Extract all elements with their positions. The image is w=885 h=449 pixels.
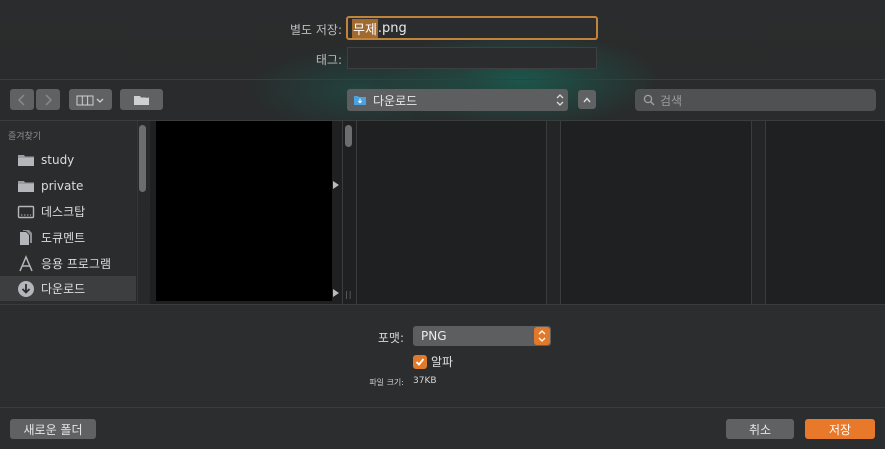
column-divider bbox=[751, 121, 752, 304]
sidebar-item-applications[interactable]: 응용 프로그램 bbox=[0, 251, 136, 276]
chevron-up-icon bbox=[583, 96, 591, 102]
new-folder-icon bbox=[133, 93, 149, 105]
search-icon bbox=[643, 94, 655, 106]
folder-icon bbox=[16, 151, 36, 169]
sidebar-item-documents[interactable]: 도큐멘트 bbox=[0, 225, 136, 250]
file-size-value: 37KB bbox=[413, 376, 437, 386]
forward-button[interactable] bbox=[36, 89, 60, 110]
column-arrow-icon bbox=[333, 181, 339, 189]
sidebar-item-private[interactable]: private bbox=[0, 173, 136, 198]
downloads-folder-icon bbox=[354, 96, 366, 105]
alpha-label: 알파 bbox=[431, 355, 454, 369]
new-folder-button[interactable]: 새로운 폴더 bbox=[10, 419, 96, 439]
view-mode-button[interactable] bbox=[69, 89, 112, 110]
desktop-icon bbox=[16, 203, 36, 221]
collapse-button[interactable] bbox=[578, 90, 596, 109]
folder-icon bbox=[16, 177, 36, 195]
format-label: 포맷: bbox=[377, 331, 404, 345]
sidebar-item-downloads[interactable]: 다운로드 bbox=[0, 276, 136, 301]
filename-selected-text: 무제 bbox=[352, 18, 378, 38]
search-input[interactable]: 검색 bbox=[635, 89, 876, 111]
chevron-left-icon bbox=[17, 93, 25, 106]
location-popup[interactable]: 다운로드 bbox=[347, 89, 568, 111]
sidebar-scrollbar-thumb[interactable] bbox=[139, 125, 146, 192]
top-divider bbox=[0, 79, 885, 80]
column-gutter bbox=[546, 121, 560, 304]
save-button[interactable]: 저장 bbox=[805, 419, 875, 439]
location-label: 다운로드 bbox=[373, 93, 418, 108]
column-divider bbox=[765, 121, 766, 304]
filename-input[interactable]: 무제 .png bbox=[346, 16, 598, 40]
tags-label: 태그: bbox=[315, 53, 342, 67]
column-divider bbox=[356, 121, 357, 304]
column-divider bbox=[546, 121, 547, 304]
bottom-divider bbox=[0, 407, 885, 408]
column-divider bbox=[560, 121, 561, 304]
updown-chevron-icon bbox=[534, 327, 550, 345]
back-button[interactable] bbox=[10, 89, 34, 110]
filename-extension: .png bbox=[377, 20, 407, 36]
cancel-button[interactable]: 취소 bbox=[726, 419, 794, 439]
alpha-option[interactable]: 알파 bbox=[413, 353, 453, 370]
search-placeholder: 검색 bbox=[660, 93, 683, 108]
sidebar-item-desktop[interactable]: 데스크탑 bbox=[0, 199, 136, 224]
file-size-label: 파일 크기: bbox=[369, 378, 404, 387]
columns-view-icon bbox=[76, 95, 103, 105]
column-resize-handle[interactable]: || bbox=[345, 290, 352, 299]
download-icon bbox=[16, 280, 36, 298]
column-scrollbar-thumb[interactable] bbox=[345, 125, 352, 147]
updown-chevron-icon bbox=[556, 94, 564, 106]
column-gutter bbox=[751, 121, 765, 304]
alpha-checkbox[interactable] bbox=[413, 354, 427, 369]
applications-icon bbox=[16, 254, 36, 273]
image-preview bbox=[156, 121, 332, 301]
documents-icon bbox=[16, 229, 36, 247]
save-dialog: 별도 저장: 무제 .png 태그: 다운로드 검색 즐겨찾기 study pr… bbox=[0, 0, 885, 449]
chevron-right-icon bbox=[45, 93, 53, 106]
column-divider bbox=[342, 121, 343, 304]
save-as-label: 별도 저장: bbox=[289, 23, 342, 37]
sidebar-item-study[interactable]: study bbox=[0, 147, 136, 172]
format-popup[interactable]: PNG bbox=[413, 326, 551, 346]
tags-input[interactable] bbox=[347, 47, 597, 69]
sidebar: 즐겨찾기 study private 데스크탑 도큐멘트 응용 프로그램 다운로… bbox=[0, 121, 136, 304]
column-arrow-icon bbox=[333, 289, 339, 297]
new-folder-toolbar-button[interactable] bbox=[120, 89, 163, 110]
favorites-heading: 즐겨찾기 bbox=[8, 132, 42, 142]
format-value: PNG bbox=[421, 329, 447, 343]
checkmark-icon bbox=[415, 357, 425, 366]
